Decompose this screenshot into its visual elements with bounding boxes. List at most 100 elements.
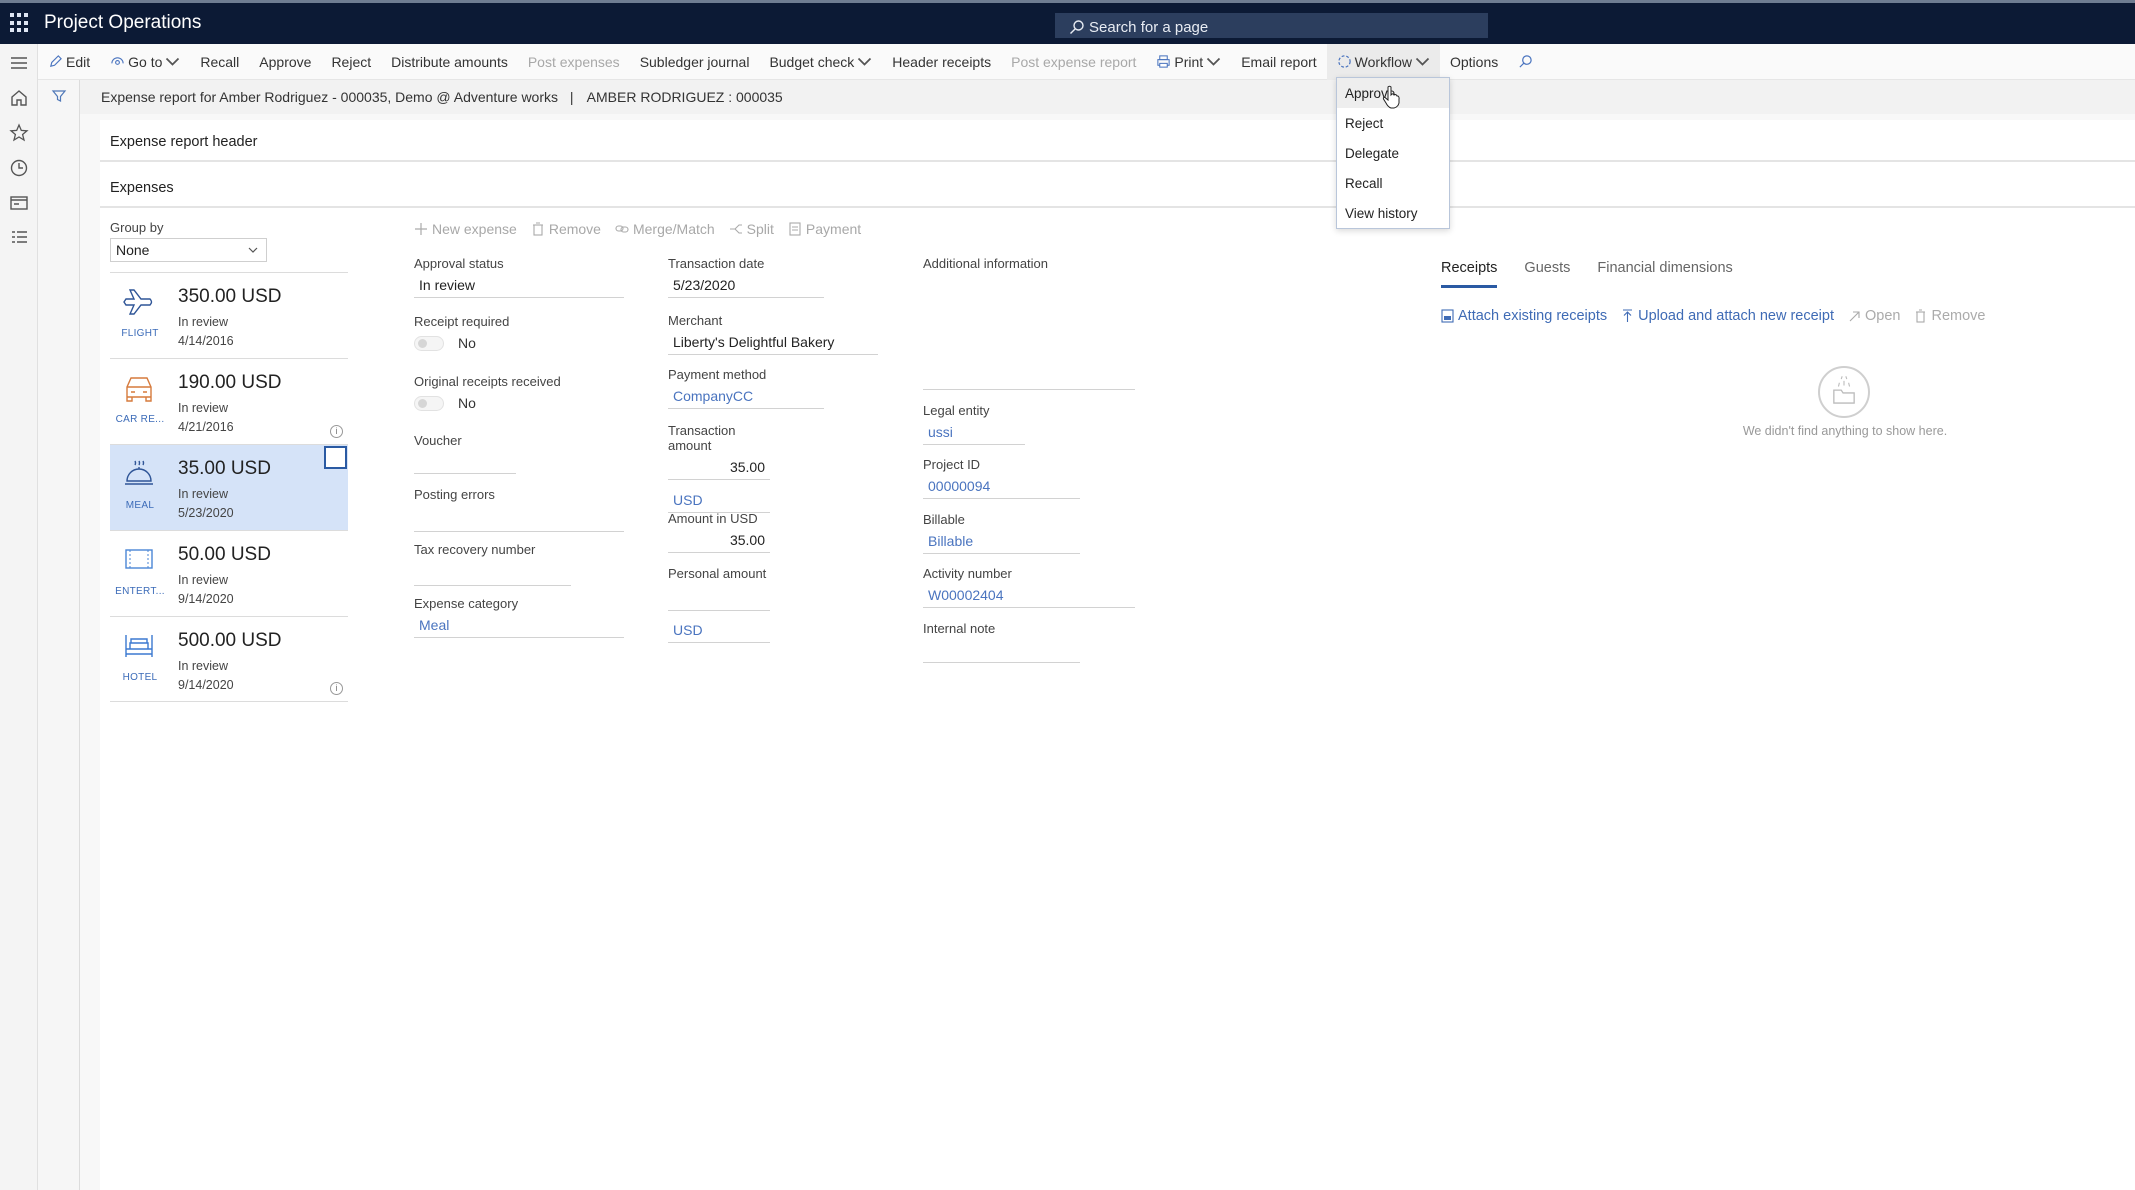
select-checkbox[interactable] [324, 446, 347, 469]
expense-category-value[interactable]: Meal [414, 611, 624, 638]
expense-list-item[interactable]: FLIGHT 350.00 USD In review 4/14/2016 [110, 272, 348, 358]
remove-receipt-button[interactable]: Remove [1914, 308, 1985, 324]
expense-list-item-selected[interactable]: MEAL 35.00 USD In review 5/23/2020 [110, 444, 348, 530]
amount-usd-field: Amount in USD 35.00 [668, 511, 770, 553]
hand-cursor-icon [1382, 85, 1400, 109]
workflow-button[interactable]: Workflow [1326, 43, 1440, 80]
expense-category: FLIGHT [121, 328, 159, 339]
tax-recovery-value[interactable] [414, 557, 571, 586]
search-icon [1519, 55, 1532, 68]
billable-value[interactable]: Billable [923, 527, 1080, 554]
tab-guests[interactable]: Guests [1524, 260, 1570, 288]
email-report-button[interactable]: Email report [1231, 44, 1326, 80]
payment-method-value[interactable]: CompanyCC [668, 382, 824, 409]
upload-attach-receipt-button[interactable]: Upload and attach new receipt [1621, 308, 1834, 324]
transaction-date-value[interactable]: 5/23/2020 [668, 271, 824, 298]
expense-list-item[interactable]: ENTERT... 50.00 USD In review 9/14/2020 [110, 530, 348, 616]
approve-button[interactable]: Approve [249, 44, 321, 80]
split-icon [729, 224, 742, 234]
print-label: Print [1174, 53, 1204, 70]
menu-item-reject[interactable]: Reject [1337, 108, 1449, 138]
post-expenses-button[interactable]: Post expenses [518, 44, 630, 80]
original-receipts-toggle[interactable] [414, 395, 444, 411]
tab-financial-dimensions[interactable]: Financial dimensions [1597, 260, 1732, 288]
header-receipts-button[interactable]: Header receipts [882, 44, 1001, 80]
merchant-value[interactable]: Liberty's Delightful Bakery [668, 328, 878, 355]
activity-number-value[interactable]: W00002404 [923, 581, 1135, 608]
receipt-required-value: No [458, 335, 476, 351]
subledger-journal-button[interactable]: Subledger journal [630, 44, 760, 80]
tab-receipts[interactable]: Receipts [1441, 260, 1498, 288]
open-label: Open [1865, 308, 1901, 324]
payment-button[interactable]: Payment [788, 221, 861, 237]
print-button[interactable]: Print [1146, 44, 1231, 80]
menu-item-view-history[interactable]: View history [1337, 198, 1449, 228]
edit-button[interactable]: Edit [38, 44, 100, 80]
find-button[interactable] [1508, 44, 1543, 80]
recall-button[interactable]: Recall [190, 44, 249, 80]
star-icon[interactable] [9, 123, 29, 143]
expense-category-field: Expense category Meal [414, 596, 624, 638]
link-icon [615, 225, 629, 233]
transaction-amount-value[interactable]: 35.00 [668, 453, 770, 480]
group-by-select[interactable]: None [110, 238, 267, 262]
transaction-currency-value[interactable]: USD [668, 486, 770, 513]
expense-category: ENTERT... [115, 586, 165, 597]
merge-match-button[interactable]: Merge/Match [615, 221, 715, 237]
expense-list-item[interactable]: HOTEL 500.00 USD In review 9/14/2020 i [110, 616, 348, 702]
receipt-required-toggle[interactable] [414, 335, 444, 351]
additional-info-textarea[interactable] [923, 271, 1135, 390]
open-receipt-button[interactable]: Open [1848, 308, 1900, 324]
budget-check-button[interactable]: Budget check [759, 44, 882, 80]
options-button[interactable]: Options [1440, 44, 1508, 80]
top-bar: Project Operations Search for a page [0, 0, 2135, 44]
upload-icon [1623, 309, 1633, 322]
expense-date: 9/14/2020 [178, 678, 234, 692]
trash-icon [1916, 309, 1926, 323]
tax-recovery-label: Tax recovery number [414, 542, 536, 557]
internal-note-value[interactable] [923, 636, 1080, 663]
filter-icon[interactable] [51, 88, 67, 104]
goto-button[interactable]: Go to [100, 44, 190, 80]
app-launcher-icon[interactable] [10, 13, 30, 33]
expense-category: HOTEL [122, 672, 158, 683]
payment-method-field: Payment method CompanyCC [668, 367, 824, 409]
new-expense-button[interactable]: New expense [414, 221, 517, 237]
chevron-down-icon [248, 247, 258, 253]
group-by-label: Group by [110, 220, 164, 235]
action-pane: Edit Go to Recall Approve Reject Distrib… [38, 43, 2135, 80]
empty-state-message: We didn't find anything to show here. [1742, 424, 1948, 438]
remove-button[interactable]: Remove [531, 221, 601, 237]
home-icon[interactable] [9, 88, 29, 108]
original-receipts-label: Original receipts received [414, 374, 561, 389]
additional-info-field: Additional information [923, 256, 1135, 390]
expense-report-header-section[interactable]: Expense report header [100, 120, 2135, 162]
search-placeholder: Search for a page [1089, 18, 1209, 36]
voucher-value[interactable] [414, 448, 516, 474]
reject-button[interactable]: Reject [321, 44, 381, 80]
hamburger-menu-icon[interactable] [9, 53, 29, 73]
menu-item-delegate[interactable]: Delegate [1337, 138, 1449, 168]
info-icon[interactable]: i [330, 425, 343, 438]
expense-list-item[interactable]: CAR RE... 190.00 USD In review 4/21/2016… [110, 358, 348, 444]
personal-currency-value[interactable]: USD [668, 616, 770, 643]
attach-existing-receipts-button[interactable]: Attach existing receipts [1441, 308, 1607, 324]
personal-amount-value[interactable] [668, 581, 770, 611]
info-icon[interactable]: i [330, 682, 343, 695]
recent-clock-icon[interactable] [9, 158, 29, 178]
project-id-value[interactable]: 00000094 [923, 472, 1080, 499]
workspaces-icon[interactable] [9, 193, 29, 213]
legal-entity-value[interactable]: ussi [923, 418, 1025, 445]
expense-amount: 500.00 USD [178, 630, 282, 651]
search-input[interactable]: Search for a page [1055, 13, 1488, 38]
expense-list: FLIGHT 350.00 USD In review 4/14/2016 CA… [110, 272, 348, 702]
menu-item-recall[interactable]: Recall [1337, 168, 1449, 198]
post-expense-report-button[interactable]: Post expense report [1001, 44, 1146, 80]
billable-field: Billable Billable [923, 512, 1080, 554]
expenses-section[interactable]: Expenses [100, 166, 2135, 208]
chevron-down-icon [166, 57, 180, 66]
split-button[interactable]: Split [729, 221, 774, 237]
modules-list-icon[interactable] [9, 228, 29, 248]
personal-amount-label: Personal amount [668, 566, 767, 581]
distribute-amounts-button[interactable]: Distribute amounts [381, 44, 518, 80]
